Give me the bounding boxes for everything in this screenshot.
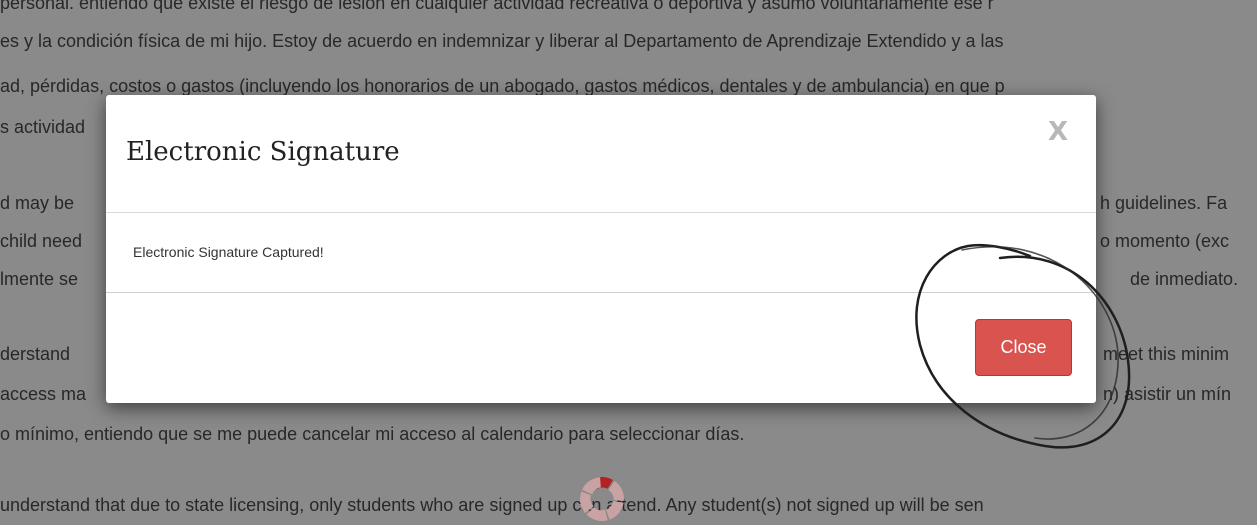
modal-title: Electronic Signature (126, 137, 400, 167)
electronic-signature-modal: Electronic Signature X Electronic Signat… (106, 95, 1096, 403)
close-x-icon[interactable]: X (1048, 117, 1068, 147)
modal-header: Electronic Signature X (106, 95, 1096, 213)
signature-captured-message: Electronic Signature Captured! (133, 244, 324, 260)
close-button[interactable]: Close (975, 319, 1072, 376)
modal-body: Electronic Signature Captured! (106, 213, 1096, 293)
loading-spinner-icon (580, 477, 624, 521)
